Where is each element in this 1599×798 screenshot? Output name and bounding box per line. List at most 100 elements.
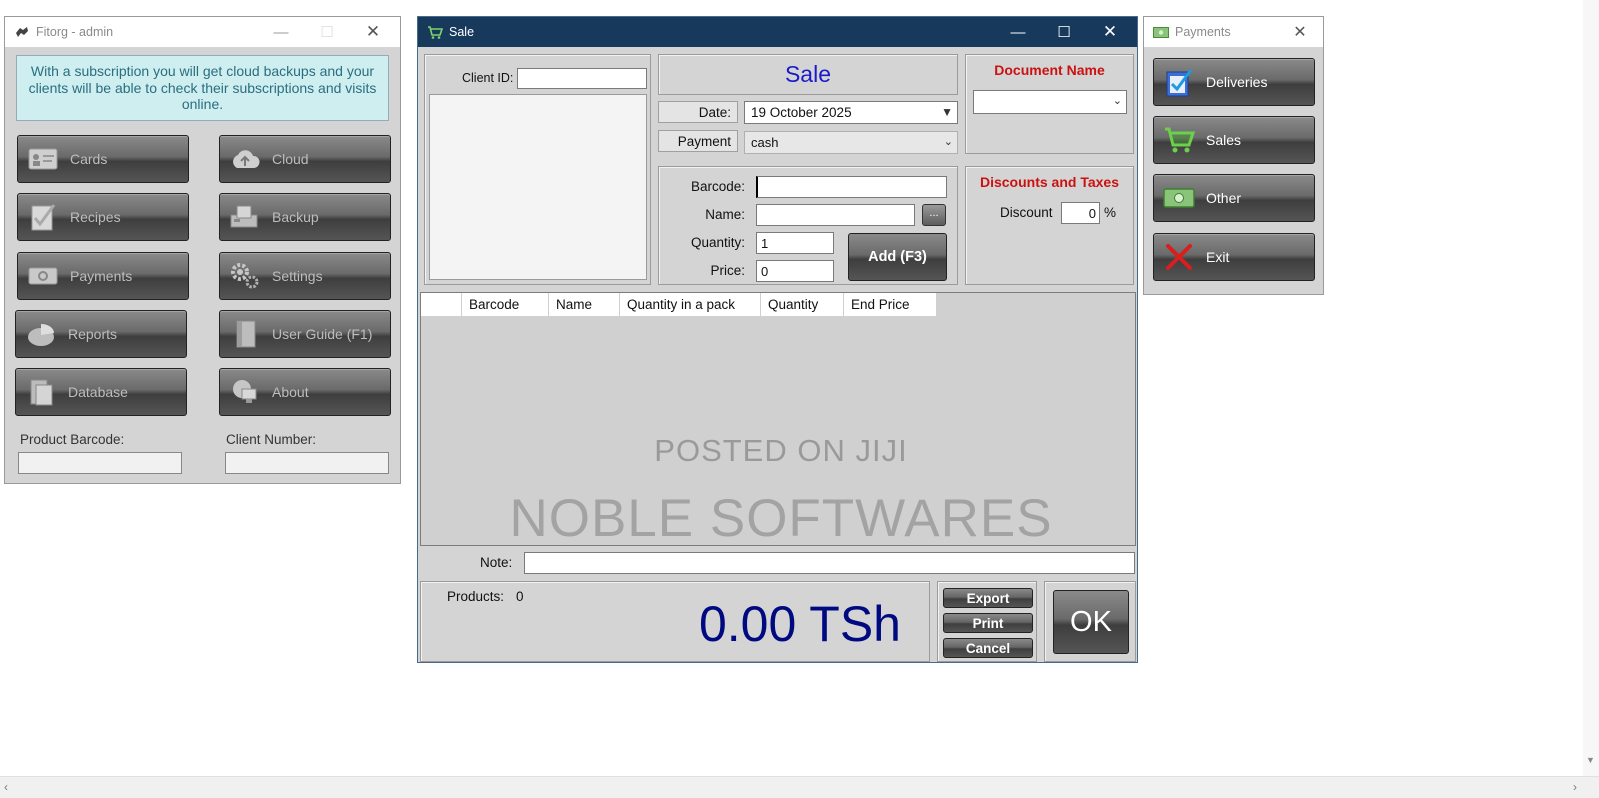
scroll-left-icon[interactable]: ‹ bbox=[4, 780, 8, 794]
maximize-icon[interactable]: ☐ bbox=[1041, 17, 1087, 47]
main-window-titlebar[interactable]: Fitorg - admin — ☐ ✕ bbox=[5, 17, 400, 47]
quantity-label: Quantity: bbox=[690, 235, 745, 250]
print-button[interactable]: Print bbox=[943, 613, 1033, 633]
discount-label: Discount bbox=[1000, 205, 1053, 220]
minimize-icon[interactable]: — bbox=[258, 17, 304, 47]
payments-window-title: Payments bbox=[1175, 25, 1231, 39]
banknote-icon bbox=[1162, 183, 1196, 213]
actions-panel: Export Print Cancel bbox=[937, 581, 1037, 662]
name-label: Name: bbox=[705, 207, 745, 222]
products-table[interactable]: Barcode Name Quantity in a pack Quantity… bbox=[420, 292, 1136, 546]
table-header-select[interactable] bbox=[421, 293, 462, 317]
banknote-icon bbox=[26, 261, 60, 291]
subscription-notice: With a subscription you will get cloud b… bbox=[16, 55, 389, 121]
client-id-label: Client ID: bbox=[462, 71, 514, 85]
about-button[interactable]: About bbox=[219, 368, 391, 416]
dropdown-arrow-icon[interactable]: ▼ bbox=[941, 105, 953, 119]
table-header-quantity-in-pack[interactable]: Quantity in a pack bbox=[620, 293, 761, 317]
cart-icon bbox=[427, 25, 443, 39]
red-x-icon bbox=[1162, 242, 1196, 272]
scroll-right-icon[interactable]: › bbox=[1573, 780, 1577, 794]
add-button[interactable]: Add (F3) bbox=[848, 233, 947, 281]
client-panel: Client ID: bbox=[424, 54, 651, 285]
watermark-brand: NOBLE SOFTWARES bbox=[509, 489, 1053, 546]
sale-window-titlebar[interactable]: Sale — ☐ ✕ bbox=[418, 17, 1137, 47]
computer-icon bbox=[228, 377, 262, 407]
product-entry-panel: Barcode: Name: ... Quantity: 1 Price: 0 … bbox=[658, 166, 958, 285]
price-input[interactable]: 0 bbox=[756, 260, 834, 282]
database-button[interactable]: Database bbox=[15, 368, 187, 416]
sales-button[interactable]: Sales bbox=[1153, 116, 1315, 164]
discounts-panel: Discounts and Taxes Discount 0 % bbox=[965, 166, 1134, 285]
vertical-scrollbar[interactable]: ▼ bbox=[1583, 0, 1599, 776]
app-icon bbox=[14, 25, 30, 39]
sale-heading-panel: Sale bbox=[658, 54, 958, 95]
chevron-down-icon[interactable]: ⌄ bbox=[1113, 94, 1122, 107]
backup-button[interactable]: Backup bbox=[219, 193, 391, 241]
quantity-input[interactable]: 1 bbox=[756, 232, 834, 254]
export-button[interactable]: Export bbox=[943, 588, 1033, 608]
products-count: 0 bbox=[516, 589, 524, 604]
date-picker[interactable]: 19 October 2025 ▼ bbox=[744, 101, 958, 124]
clipboard-check-icon bbox=[1162, 67, 1196, 97]
sale-heading: Sale bbox=[784, 61, 832, 87]
pie-chart-icon bbox=[24, 319, 58, 349]
note-label: Note: bbox=[480, 555, 513, 570]
client-id-input[interactable] bbox=[517, 68, 647, 89]
reports-button[interactable]: Reports bbox=[15, 310, 187, 358]
cards-button[interactable]: Cards bbox=[17, 135, 189, 183]
products-label: Products: bbox=[447, 589, 505, 604]
client-info-box bbox=[429, 94, 647, 280]
name-input[interactable] bbox=[756, 204, 915, 226]
ok-button[interactable]: OK bbox=[1053, 590, 1129, 654]
close-icon[interactable]: ✕ bbox=[1277, 17, 1323, 47]
book-icon bbox=[228, 319, 262, 349]
payments-window-titlebar[interactable]: Payments ✕ bbox=[1144, 17, 1323, 47]
chevron-down-icon[interactable]: ⌄ bbox=[944, 135, 953, 148]
table-header-barcode[interactable]: Barcode bbox=[462, 293, 549, 317]
payment-value: cash bbox=[751, 135, 779, 150]
payments-window: Payments ✕ Deliveries Sales Other Exit bbox=[1143, 16, 1324, 295]
backup-drive-icon bbox=[228, 202, 262, 232]
total-amount: 0.00 TSh bbox=[698, 596, 901, 652]
maximize-icon[interactable]: ☐ bbox=[304, 17, 350, 47]
payment-select[interactable]: cash ⌄ bbox=[744, 131, 958, 154]
main-window: Fitorg - admin — ☐ ✕ With a subscription… bbox=[4, 16, 401, 484]
banknote-icon bbox=[1153, 25, 1169, 39]
id-card-icon bbox=[26, 144, 60, 174]
minimize-icon[interactable]: — bbox=[995, 17, 1041, 47]
cloud-upload-icon bbox=[228, 144, 262, 174]
browse-products-button[interactable]: ... bbox=[922, 204, 946, 226]
note-input[interactable] bbox=[524, 552, 1135, 574]
exit-button[interactable]: Exit bbox=[1153, 233, 1315, 281]
price-label: Price: bbox=[710, 263, 745, 278]
client-number-input[interactable] bbox=[225, 452, 389, 474]
barcode-input[interactable] bbox=[756, 176, 947, 198]
table-header-end-price[interactable]: End Price bbox=[844, 293, 937, 317]
settings-button[interactable]: Settings bbox=[219, 252, 391, 300]
payments-button[interactable]: Payments bbox=[17, 252, 189, 300]
cloud-button[interactable]: Cloud bbox=[219, 135, 391, 183]
user-guide-button[interactable]: User Guide (F1) bbox=[219, 310, 391, 358]
table-header-name[interactable]: Name bbox=[549, 293, 620, 317]
close-icon[interactable]: ✕ bbox=[350, 17, 396, 47]
other-button[interactable]: Other bbox=[1153, 174, 1315, 222]
payment-label: Payment bbox=[658, 130, 738, 152]
scroll-down-icon[interactable]: ▼ bbox=[1586, 755, 1595, 765]
cancel-button[interactable]: Cancel bbox=[943, 638, 1033, 658]
deliveries-button[interactable]: Deliveries bbox=[1153, 58, 1315, 106]
close-icon[interactable]: ✕ bbox=[1087, 17, 1133, 47]
product-barcode-input[interactable] bbox=[18, 452, 182, 474]
horizontal-scrollbar[interactable]: ‹ › bbox=[0, 776, 1599, 798]
percent-sign: % bbox=[1104, 205, 1117, 220]
discount-input[interactable]: 0 bbox=[1061, 202, 1100, 224]
main-window-title: Fitorg - admin bbox=[36, 25, 114, 39]
recipes-button[interactable]: Recipes bbox=[17, 193, 189, 241]
database-icon bbox=[24, 377, 58, 407]
checklist-icon bbox=[26, 202, 60, 232]
table-header-quantity[interactable]: Quantity bbox=[761, 293, 844, 317]
totals-panel: Products: 0 0.00 TSh bbox=[420, 581, 930, 662]
client-number-label: Client Number: bbox=[226, 432, 317, 447]
document-name-select[interactable]: ⌄ bbox=[973, 90, 1127, 114]
gears-icon bbox=[228, 261, 262, 291]
